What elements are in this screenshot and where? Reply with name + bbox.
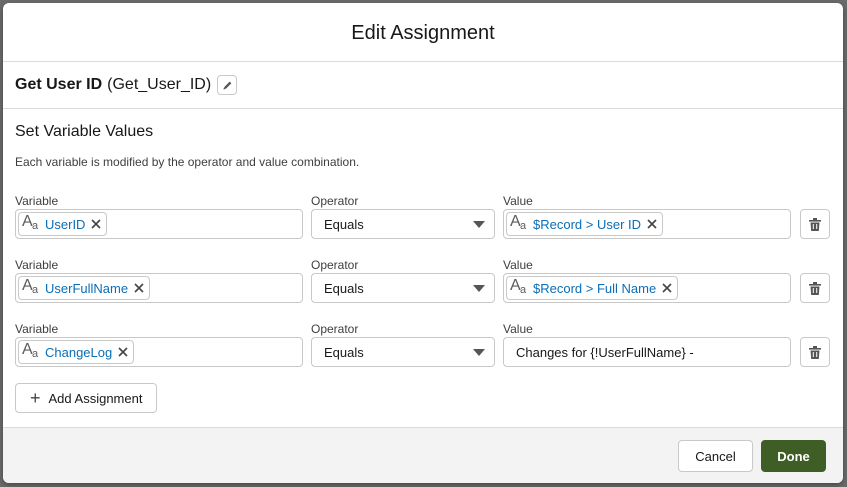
- delete-row-button[interactable]: [800, 337, 830, 367]
- assignment-row: Variable Operator Value Aa UserID Equals: [15, 194, 833, 250]
- delete-row-button[interactable]: [800, 273, 830, 303]
- remove-pill-icon[interactable]: [133, 282, 145, 294]
- operator-value: Equals: [324, 217, 364, 232]
- element-header: Get User ID (Get_User_ID): [3, 62, 843, 109]
- remove-pill-icon[interactable]: [646, 218, 658, 230]
- value-pill[interactable]: Aa $Record > User ID: [506, 212, 664, 236]
- text-type-icon: Aa: [22, 277, 39, 296]
- operator-select[interactable]: Equals: [311, 209, 495, 239]
- text-type-icon: Aa: [22, 213, 39, 232]
- operator-select[interactable]: Equals: [311, 337, 495, 367]
- trash-icon: [809, 217, 821, 231]
- cancel-button[interactable]: Cancel: [678, 440, 753, 472]
- text-type-icon: Aa: [510, 213, 527, 232]
- remove-pill-icon[interactable]: [117, 346, 129, 358]
- chevron-down-icon: [473, 349, 485, 356]
- remove-pill-icon[interactable]: [90, 218, 102, 230]
- variable-label: Variable: [15, 322, 59, 336]
- pencil-icon: [223, 81, 232, 90]
- assignment-row: Variable Operator Value Aa ChangeLog Equ…: [15, 322, 833, 378]
- operator-select[interactable]: Equals: [311, 273, 495, 303]
- done-button[interactable]: Done: [761, 440, 826, 472]
- variable-pill[interactable]: Aa UserFullName: [18, 276, 151, 300]
- element-label: Get User ID: [15, 76, 103, 93]
- modal-footer: Cancel Done: [3, 427, 843, 483]
- operator-label: Operator: [311, 258, 359, 272]
- operator-label: Operator: [311, 194, 359, 208]
- text-type-icon: Aa: [22, 341, 39, 360]
- variable-label: Variable: [15, 194, 59, 208]
- element-api-name: (Get_User_ID): [107, 76, 212, 93]
- operator-value: Equals: [324, 281, 364, 296]
- variable-field[interactable]: Aa UserID: [15, 209, 303, 239]
- operator-value: Equals: [324, 345, 364, 360]
- remove-pill-icon[interactable]: [661, 282, 673, 294]
- value-label: Value: [503, 194, 533, 208]
- edit-assignment-modal: Edit Assignment Get User ID (Get_User_ID…: [3, 3, 843, 483]
- variable-pill-label: UserFullName: [45, 280, 129, 296]
- value-field[interactable]: Aa $Record > User ID: [503, 209, 791, 239]
- variable-pill[interactable]: Aa ChangeLog: [18, 340, 135, 364]
- plus-icon: +: [30, 388, 41, 408]
- value-input[interactable]: Changes for {!UserFullName} -: [503, 337, 791, 367]
- operator-label: Operator: [311, 322, 359, 336]
- value-text: Changes for {!UserFullName} -: [516, 345, 694, 360]
- value-label: Value: [503, 322, 533, 336]
- value-field[interactable]: Aa $Record > Full Name: [503, 273, 791, 303]
- variable-pill-label: UserID: [45, 216, 86, 232]
- trash-icon: [809, 345, 821, 359]
- text-type-icon: Aa: [510, 277, 527, 296]
- value-pill-label: $Record > User ID: [533, 216, 642, 232]
- value-pill[interactable]: Aa $Record > Full Name: [506, 276, 679, 300]
- modal-header: Edit Assignment: [3, 3, 843, 62]
- value-label: Value: [503, 258, 533, 272]
- trash-icon: [809, 281, 821, 295]
- chevron-down-icon: [473, 285, 485, 292]
- modal-title: Edit Assignment: [351, 21, 495, 44]
- add-assignment-label: Add Assignment: [48, 390, 143, 406]
- section-description: Each variable is modified by the operato…: [15, 155, 360, 169]
- variable-field[interactable]: Aa UserFullName: [15, 273, 303, 303]
- variable-pill-label: ChangeLog: [45, 344, 113, 360]
- delete-row-button[interactable]: [800, 209, 830, 239]
- assignment-body: Set Variable Values Each variable is mod…: [3, 109, 843, 427]
- value-pill-label: $Record > Full Name: [533, 280, 657, 296]
- variable-label: Variable: [15, 258, 59, 272]
- section-title: Set Variable Values: [15, 123, 154, 140]
- assignment-row: Variable Operator Value Aa UserFullName …: [15, 258, 833, 314]
- edit-element-button[interactable]: [217, 75, 238, 95]
- variable-field[interactable]: Aa ChangeLog: [15, 337, 303, 367]
- variable-pill[interactable]: Aa UserID: [18, 212, 108, 236]
- add-assignment-button[interactable]: + Add Assignment: [15, 383, 158, 413]
- chevron-down-icon: [473, 221, 485, 228]
